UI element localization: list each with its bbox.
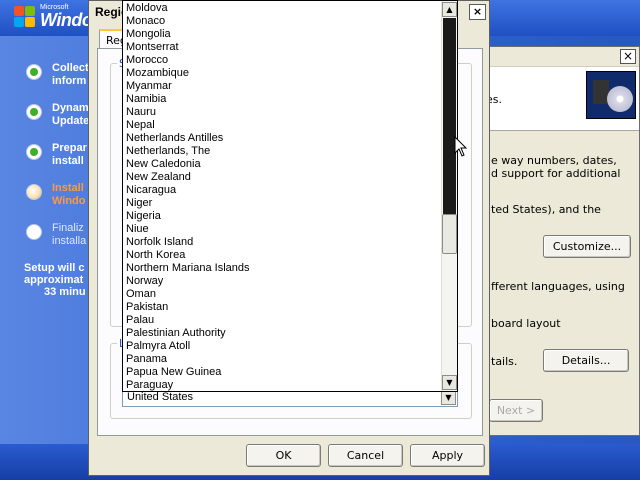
list-item[interactable]: Morocco (123, 54, 443, 67)
list-item[interactable]: Palmyra Atoll (123, 340, 443, 353)
step-label: Dynam (52, 102, 89, 114)
step-done-icon (26, 104, 42, 120)
wizard-header: ges. (471, 67, 639, 131)
step-current-icon (26, 184, 42, 200)
step-done-icon (26, 64, 42, 80)
customize-button[interactable]: Customize... (543, 235, 631, 258)
list-item[interactable]: Panama (123, 353, 443, 366)
chevron-down-icon[interactable]: ▼ (441, 391, 456, 405)
wizard-text: ted States), and the (491, 203, 601, 216)
list-item[interactable]: Niue (123, 223, 443, 236)
list-item[interactable]: Nepal (123, 119, 443, 132)
list-item[interactable]: Nicaragua (123, 184, 443, 197)
ok-button[interactable]: OK (246, 444, 321, 467)
step-label: Windo (52, 195, 86, 207)
apply-button[interactable]: Apply (410, 444, 485, 467)
mouse-pointer-icon (454, 136, 468, 157)
time-remaining-line: 33 minu (44, 286, 86, 298)
details-button[interactable]: Details... (543, 349, 629, 372)
step-done-icon (26, 144, 42, 160)
step-label: installa (52, 235, 87, 247)
dropdown-items: Moldova Monaco Mongolia Montserrat Morocco Mo… (123, 2, 443, 391)
list-item[interactable]: Oman (123, 288, 443, 301)
list-item[interactable]: Monaco (123, 15, 443, 28)
step-pending-icon (26, 224, 42, 240)
list-item[interactable]: Moldova (123, 2, 443, 15)
step-label: inform (52, 75, 87, 87)
scrollbar-thumb[interactable] (442, 214, 457, 254)
list-item[interactable]: New Caledonia (123, 158, 443, 171)
wizard-text: e way numbers, dates, (491, 154, 617, 167)
wizard-text: tails. (491, 355, 518, 368)
list-item[interactable]: Northern Mariana Islands (123, 262, 443, 275)
list-item[interactable]: Mongolia (123, 28, 443, 41)
list-item[interactable]: Myanmar (123, 80, 443, 93)
list-item[interactable]: Norfolk Island (123, 236, 443, 249)
time-remaining-line: Setup will c (24, 262, 85, 274)
list-item[interactable]: Paraguay (123, 379, 443, 391)
setup-wizard-window: × ges. e way numbers, dates, d support f… (470, 46, 640, 436)
close-icon[interactable]: × (469, 4, 486, 20)
step-label: Prepar (52, 142, 87, 154)
logo-windows-text: Windo (40, 10, 93, 30)
cancel-button[interactable]: Cancel (328, 444, 403, 467)
step-label: Collect (52, 62, 89, 74)
location-selected-value: United States (127, 391, 194, 403)
step-label: install (52, 155, 84, 167)
time-remaining-line: approximat (24, 274, 84, 286)
setup-cd-icon (586, 71, 636, 119)
wizard-text: d support for additional (491, 167, 621, 180)
list-item[interactable]: Pakistan (123, 301, 443, 314)
location-dropdown-list[interactable]: Moldova Monaco Mongolia Montserrat Morocco Mo… (122, 0, 458, 392)
list-item[interactable]: New Zealand (123, 171, 443, 184)
next-button[interactable]: Next > (489, 399, 543, 422)
list-item[interactable]: Papua New Guinea (123, 366, 443, 379)
wizard-title-bar: × (471, 47, 639, 67)
list-item[interactable]: Mozambique (123, 67, 443, 80)
list-item[interactable]: Palestinian Authority (123, 327, 443, 340)
list-item[interactable]: Norway (123, 275, 443, 288)
step-label: Install (52, 182, 84, 194)
list-item[interactable]: Nauru (123, 106, 443, 119)
dropdown-scrollbar[interactable]: ▲ ▼ (441, 1, 457, 391)
list-item[interactable]: North Korea (123, 249, 443, 262)
wizard-text: fferent languages, using (491, 280, 625, 293)
list-item[interactable]: Netherlands Antilles (123, 132, 443, 145)
wizard-text: board layout (491, 317, 561, 330)
scroll-down-icon[interactable]: ▼ (442, 375, 457, 390)
close-icon[interactable]: × (620, 49, 636, 64)
list-item[interactable]: Montserrat (123, 41, 443, 54)
step-label: Finaliz (52, 222, 84, 234)
list-item[interactable]: Namibia (123, 93, 443, 106)
windows-flag-icon (14, 6, 36, 28)
list-item[interactable]: Netherlands, The (123, 145, 443, 158)
scrollbar-track-highlight (443, 18, 456, 214)
list-item[interactable]: Palau (123, 314, 443, 327)
list-item[interactable]: Niger (123, 197, 443, 210)
scroll-up-icon[interactable]: ▲ (442, 2, 457, 17)
list-item[interactable]: Nigeria (123, 210, 443, 223)
setup-time-remaining: Setup will c approximat 33 minu (24, 262, 86, 298)
step-label: Update (52, 115, 90, 127)
